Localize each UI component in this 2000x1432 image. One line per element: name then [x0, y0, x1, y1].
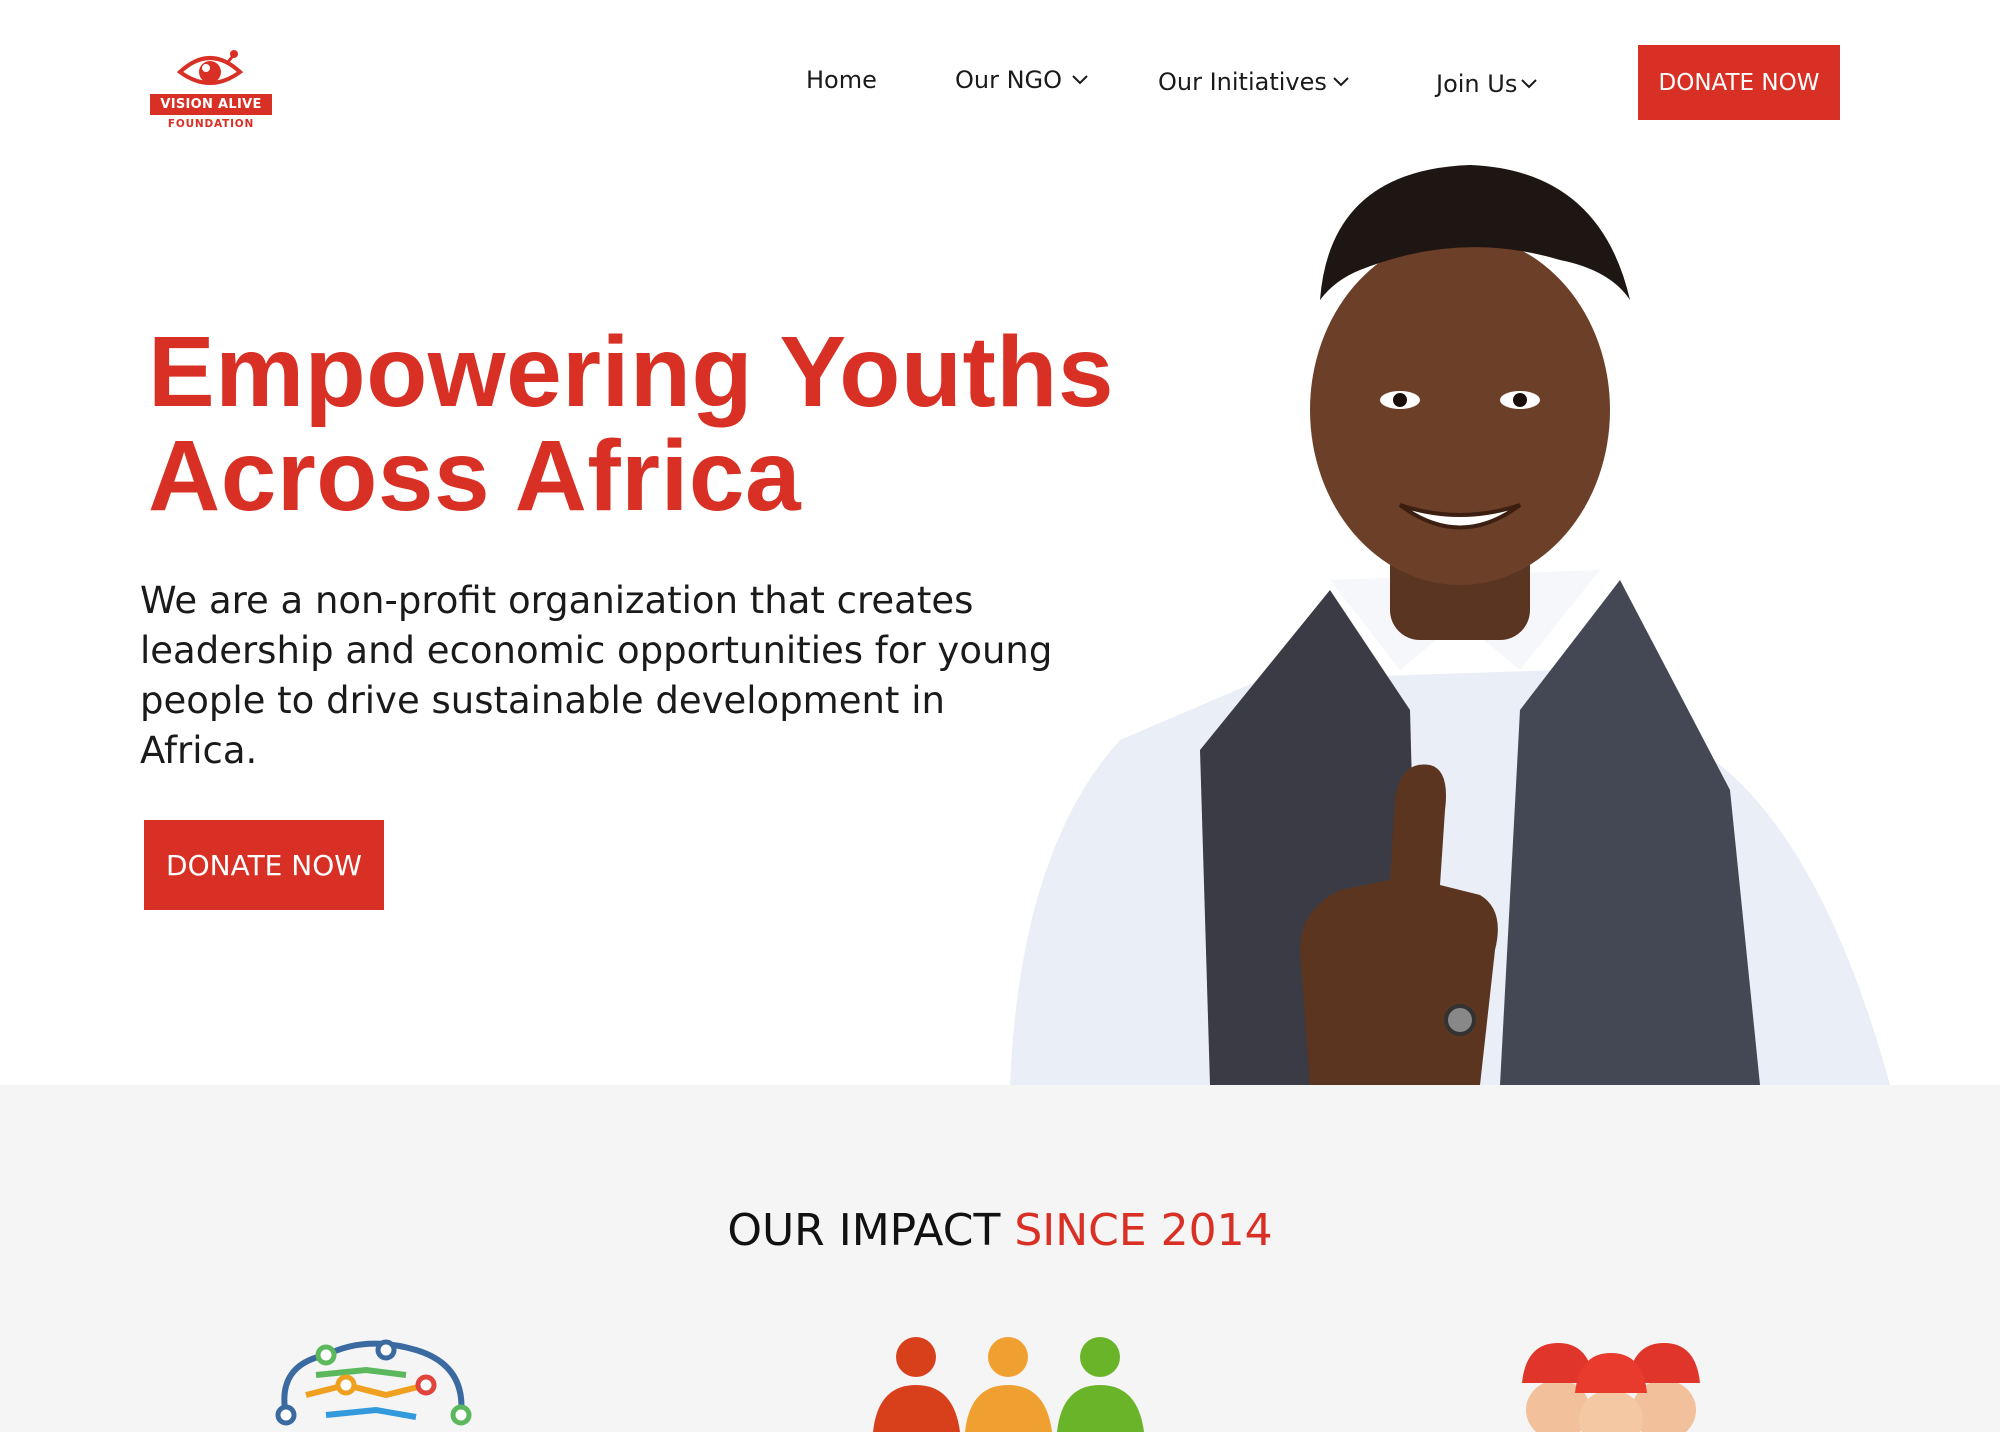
nav-our-ngo[interactable]: Our NGO — [955, 66, 1088, 94]
eye-logo-icon — [176, 50, 244, 85]
hero-donate-button[interactable]: DONATE NOW — [144, 820, 384, 910]
hero-title: Empowering Youths Across Africa — [148, 320, 1114, 528]
nav-home[interactable]: Home — [806, 66, 877, 94]
logo-subtitle: FOUNDATION — [167, 118, 255, 130]
nav-our-initiatives-label: Our Initiatives — [1158, 68, 1327, 96]
hero-title-line1: Empowering Youths — [148, 316, 1114, 428]
hero-description: We are a non-profit organization that cr… — [140, 579, 1053, 772]
logo-name: VISION ALIVE — [150, 94, 272, 115]
impact-title-prefix: OUR IMPACT — [727, 1205, 1001, 1256]
nav-home-label: Home — [806, 66, 877, 94]
chevron-down-icon — [1072, 75, 1088, 85]
nav-join-us[interactable]: Join Us — [1436, 70, 1538, 98]
network-brain-icon — [275, 1339, 472, 1426]
chevron-down-icon — [1521, 79, 1538, 89]
nav-our-initiatives[interactable]: Our Initiatives — [1158, 68, 1349, 96]
impact-section: OUR IMPACT SINCE 2014 — [0, 1085, 2000, 1432]
hero-portrait-image — [1010, 165, 1890, 1085]
logo[interactable]: VISION ALIVE FOUNDATION — [150, 46, 274, 136]
nav-our-ngo-label: Our NGO — [955, 66, 1063, 94]
workers-hardhat-icon — [1522, 1343, 1700, 1432]
nav-join-us-label: Join Us — [1436, 70, 1518, 98]
impact-title: OUR IMPACT SINCE 2014 — [0, 1205, 2000, 1256]
chevron-down-icon — [1333, 77, 1349, 87]
hero-title-line2: Across Africa — [148, 420, 802, 532]
header-donate-button[interactable]: DONATE NOW — [1638, 45, 1840, 120]
people-group-icon — [873, 1337, 1144, 1432]
impact-title-accent: SINCE 2014 — [1014, 1205, 1273, 1256]
